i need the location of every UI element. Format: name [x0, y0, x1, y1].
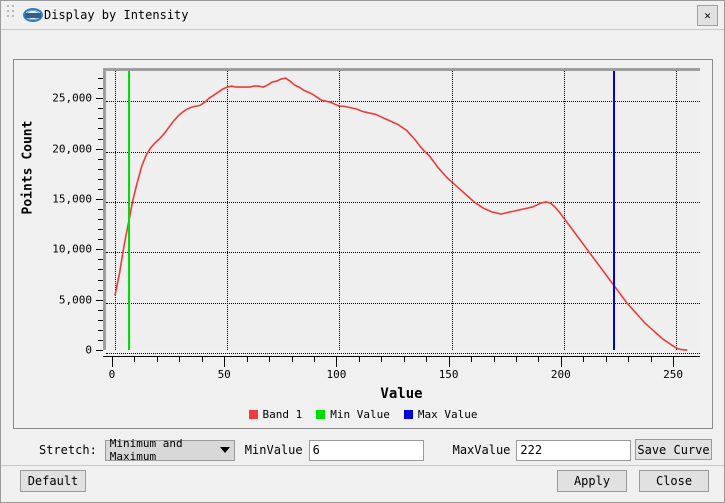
close-button[interactable]: Close: [639, 470, 709, 492]
minvalue-input[interactable]: [308, 439, 424, 461]
controls-row: Stretch: Minimum and Maximum MinValue Ma…: [1, 435, 724, 465]
y-tick-label: 10,000: [52, 242, 92, 256]
series-line: [114, 77, 688, 351]
x-axis-title: Value: [380, 386, 423, 402]
x-tick-minor: [538, 356, 540, 362]
maxvalue-label: MaxValue: [452, 443, 511, 457]
x-tick-minor: [628, 356, 630, 362]
y-tick-major: [96, 350, 103, 351]
y-tick-label: 20,000: [52, 142, 92, 156]
y-tick-label: 25,000: [52, 91, 92, 105]
y-tick-major: [96, 249, 103, 251]
grid-line-horizontal: [106, 353, 700, 354]
x-tick-minor: [583, 356, 585, 362]
lidar-logo-icon: [23, 5, 43, 25]
y-tick-major: [96, 148, 103, 150]
apply-button[interactable]: Apply: [557, 470, 627, 492]
y-tick-label: 15,000: [52, 192, 92, 206]
x-tick-minor: [201, 356, 203, 362]
x-tick-label: 150: [438, 368, 459, 381]
chart-legend: Band 1 Min Value Max Value: [14, 408, 712, 421]
x-tick-minor: [291, 356, 293, 362]
legend-label: Min Value: [330, 408, 390, 421]
x-axis-labels: 0 50 100 150 200 250: [103, 368, 700, 384]
y-tick-label: 5,000: [58, 293, 92, 307]
legend-swatch-icon: [316, 410, 326, 419]
display-by-intensity-dialog: Display by Intensity ✕ Points Count 0 5,0…: [0, 0, 725, 503]
x-tick-major: [224, 356, 226, 367]
y-tick-label: 0: [85, 343, 92, 357]
chevron-down-icon: [219, 447, 230, 453]
legend-item: Band 1: [248, 408, 303, 421]
marker-line-max-value[interactable]: [613, 71, 616, 350]
x-tick-major: [336, 356, 338, 367]
legend-label: Band 1: [262, 408, 303, 421]
close-icon[interactable]: ✕: [697, 5, 718, 26]
plot-area: [103, 68, 700, 354]
x-tick-minor: [403, 356, 405, 362]
x-tick-label: 0: [108, 368, 116, 381]
window-grip-icon: [7, 5, 19, 19]
stretch-label: Stretch:: [39, 443, 97, 457]
x-tick-minor: [605, 356, 607, 362]
x-tick-minor: [650, 356, 652, 362]
legend-item: Max Value: [403, 408, 478, 421]
maxvalue-input[interactable]: [516, 439, 632, 461]
stretch-dropdown-value: Minimum and Maximum: [109, 437, 183, 463]
x-tick-minor: [493, 356, 495, 362]
x-tick-minor: [179, 356, 181, 362]
x-tick-minor: [269, 356, 271, 362]
x-tick-major: [111, 356, 113, 367]
marker-line-min-value[interactable]: [128, 71, 131, 350]
x-tick-minor: [471, 356, 473, 362]
legend-swatch-icon: [403, 410, 413, 419]
x-tick-major: [560, 356, 562, 367]
legend-label: Max Value: [417, 408, 478, 421]
x-tick-major: [448, 356, 450, 367]
x-tick-minor: [381, 356, 383, 362]
default-button[interactable]: Default: [20, 470, 86, 492]
histogram-chart-panel: Points Count 0 5,000 10,000 15,000 20,000 25,…: [13, 59, 713, 429]
y-axis-labels: 0 5,000 10,000 15,000 20,000 25,000: [14, 68, 92, 357]
x-tick-major: [673, 356, 675, 367]
stretch-dropdown[interactable]: Minimum and Maximum: [104, 437, 235, 463]
footer-bar: Default Apply Close: [1, 465, 724, 503]
window-title: Display by Intensity: [44, 8, 189, 22]
x-tick-label: 100: [326, 368, 347, 381]
legend-item: Min Value: [316, 408, 390, 421]
x-tick-minor: [134, 356, 136, 362]
y-tick-major: [96, 198, 103, 200]
y-tick-major: [96, 299, 103, 301]
legend-swatch-icon: [248, 410, 258, 419]
minvalue-label: MinValue: [244, 443, 303, 457]
x-tick-minor: [515, 356, 517, 362]
x-axis-ticks: [103, 356, 700, 368]
x-tick-label: 250: [663, 368, 683, 381]
x-tick-minor: [313, 356, 315, 362]
x-tick-minor: [358, 356, 360, 362]
x-tick-minor: [156, 356, 158, 362]
x-tick-label: 200: [550, 368, 571, 381]
title-bar: Display by Intensity ✕: [1, 1, 724, 30]
save-curve-button[interactable]: Save Curve: [635, 439, 712, 460]
x-tick-minor: [246, 356, 248, 362]
x-tick-label: 50: [217, 368, 231, 381]
x-tick-minor: [426, 356, 428, 362]
y-tick-major: [96, 98, 103, 100]
